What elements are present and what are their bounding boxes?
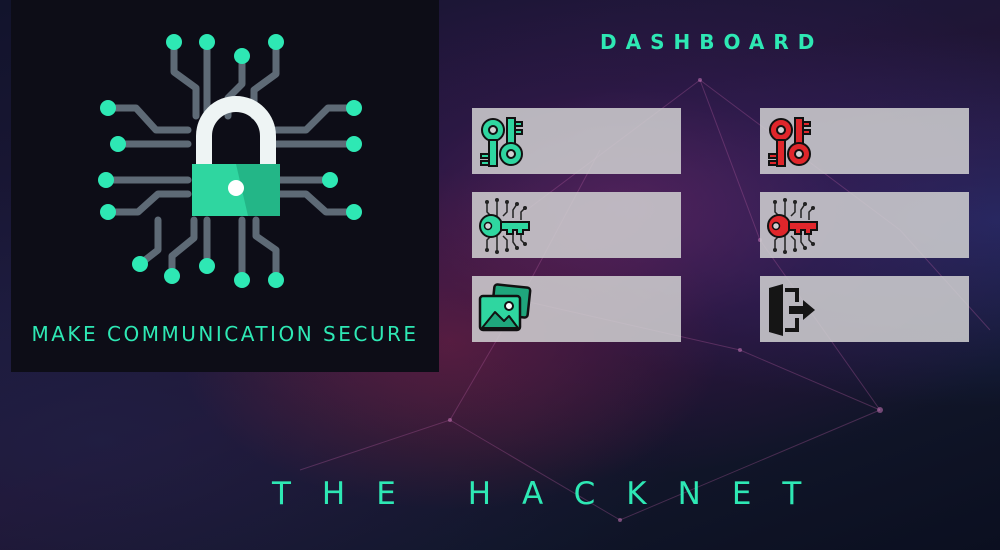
- encrypt-keys-button[interactable]: [472, 108, 681, 174]
- green-keys-icon: [480, 117, 523, 167]
- tagline: MAKE COMMUNICATION SECURE: [31, 322, 419, 346]
- encrypt-circuit-key-button[interactable]: [472, 192, 681, 258]
- dashboard-title: DASHBOARD: [600, 30, 824, 54]
- circuit-lock-icon: [98, 34, 362, 288]
- decrypt-keys-button[interactable]: [760, 108, 969, 174]
- logout-button[interactable]: [760, 276, 969, 342]
- images-button[interactable]: [472, 276, 681, 342]
- red-circuit-key-icon: [767, 198, 818, 254]
- images-icon: [478, 283, 532, 332]
- footer-title: THE HACKNET: [272, 476, 833, 512]
- green-circuit-key-icon: [479, 198, 530, 254]
- red-keys-icon: [768, 117, 811, 167]
- logout-icon: [769, 284, 815, 336]
- hero-panel: MAKE COMMUNICATION SECURE: [11, 0, 439, 372]
- decrypt-circuit-key-button[interactable]: [760, 192, 969, 258]
